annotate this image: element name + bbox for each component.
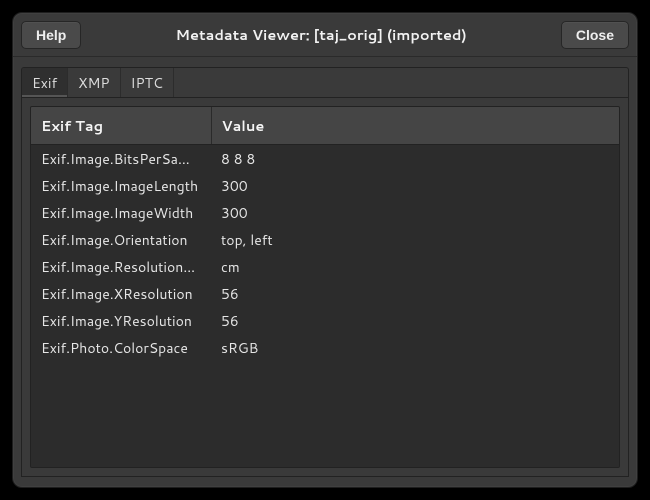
table-row[interactable]: Exif.Photo.ColorSpacesRGB: [31, 334, 619, 361]
cell-tag: Exif.Image.YResolution: [31, 307, 211, 334]
cell-value: cm: [211, 253, 619, 280]
cell-tag: Exif.Image.XResolution: [31, 280, 211, 307]
cell-tag: Exif.Image.BitsPerSample: [31, 145, 211, 173]
metadata-table-container: Exif Tag Value Exif.Image.BitsPerSample8…: [30, 106, 620, 468]
tab-iptc[interactable]: IPTC: [121, 68, 174, 97]
tab-exif[interactable]: Exif: [22, 68, 68, 97]
cell-value: 300: [211, 199, 619, 226]
metadata-viewer-window: Help Metadata Viewer: [taj_orig] (import…: [12, 12, 638, 488]
cell-value: 56: [211, 307, 619, 334]
table-empty-space: [31, 361, 619, 467]
content-area: Exif XMP IPTC Exif Tag Value Exif.Image.…: [13, 57, 637, 487]
table-row[interactable]: Exif.Image.ImageWidth300: [31, 199, 619, 226]
table-row[interactable]: Exif.Image.YResolution56: [31, 307, 619, 334]
help-button[interactable]: Help: [21, 21, 81, 49]
tabbar-spacer: [174, 68, 628, 97]
table-row[interactable]: Exif.Image.Orientationtop, left: [31, 226, 619, 253]
window-title: Metadata Viewer: [taj_orig] (imported): [81, 24, 561, 45]
column-header-tag[interactable]: Exif Tag: [31, 107, 211, 145]
cell-value: top, left: [211, 226, 619, 253]
cell-tag: Exif.Image.Orientation: [31, 226, 211, 253]
cell-value: 56: [211, 280, 619, 307]
titlebar: Help Metadata Viewer: [taj_orig] (import…: [13, 13, 637, 57]
cell-tag: Exif.Photo.ColorSpace: [31, 334, 211, 361]
cell-tag: Exif.Image.ResolutionUnit: [31, 253, 211, 280]
tabbar: Exif XMP IPTC: [21, 67, 629, 97]
cell-tag: Exif.Image.ImageWidth: [31, 199, 211, 226]
cell-value: sRGB: [211, 334, 619, 361]
column-header-value[interactable]: Value: [211, 107, 619, 145]
cell-tag: Exif.Image.ImageLength: [31, 172, 211, 199]
tab-panel: Exif Tag Value Exif.Image.BitsPerSample8…: [21, 97, 629, 477]
table-row[interactable]: Exif.Image.BitsPerSample8 8 8: [31, 145, 619, 173]
tab-xmp[interactable]: XMP: [68, 68, 120, 97]
close-button[interactable]: Close: [561, 21, 629, 49]
table-header-row: Exif Tag Value: [31, 107, 619, 145]
table-row[interactable]: Exif.Image.XResolution56: [31, 280, 619, 307]
table-row[interactable]: Exif.Image.ResolutionUnitcm: [31, 253, 619, 280]
metadata-table: Exif Tag Value Exif.Image.BitsPerSample8…: [31, 107, 619, 361]
cell-value: 8 8 8: [211, 145, 619, 173]
table-row[interactable]: Exif.Image.ImageLength300: [31, 172, 619, 199]
cell-value: 300: [211, 172, 619, 199]
